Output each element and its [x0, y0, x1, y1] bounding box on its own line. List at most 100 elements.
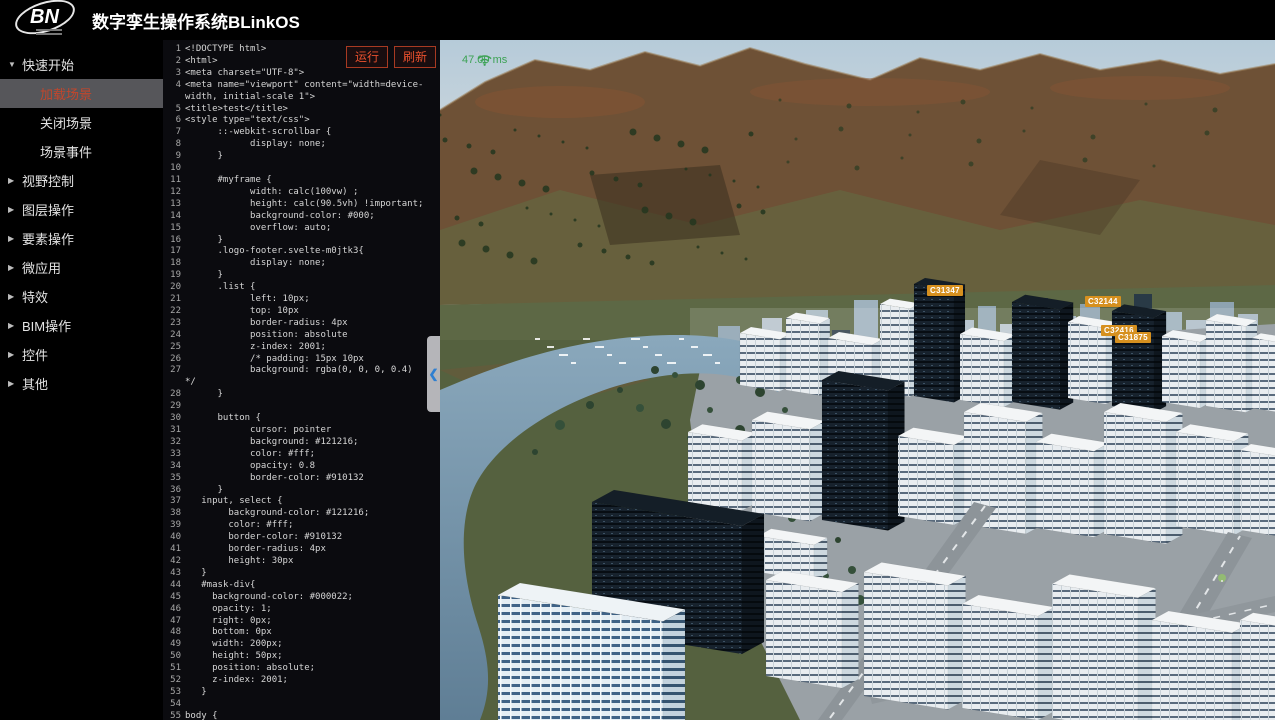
line-number: 40: [163, 532, 185, 544]
line-number: 2: [163, 56, 185, 68]
line-number: 16: [163, 235, 185, 247]
code-line: 15 overflow: auto;: [163, 223, 431, 235]
code-line: 32 background: #121216;: [163, 437, 431, 449]
code-text: background-color: #000022;: [185, 592, 427, 604]
code-line: 48 bottom: 0px: [163, 627, 431, 639]
line-number: 36: [163, 485, 185, 497]
code-line: 50 height: 50px;: [163, 651, 431, 663]
code-line: 10: [163, 163, 431, 175]
code-line: 21 left: 10px;: [163, 294, 431, 306]
code-line: 7 ::-webkit-scrollbar {: [163, 127, 431, 139]
code-text: button {: [185, 413, 427, 425]
chevron-right-icon: ▶: [8, 379, 22, 388]
code-line: 53 }: [163, 687, 431, 699]
building-label[interactable]: C31347: [927, 285, 963, 296]
code-line: 54: [163, 699, 431, 711]
sidebar-subitem[interactable]: 加载场景: [0, 79, 163, 108]
logo-subtext: [36, 29, 62, 37]
code-editor-panel: 运行 刷新 1<!DOCTYPE html>2<html>3<meta char…: [163, 40, 440, 720]
line-number: 5: [163, 104, 185, 116]
code-text: border-radius: 4px: [185, 318, 427, 330]
code-text: background: #121216;: [185, 437, 427, 449]
building-label[interactable]: C32144: [1085, 296, 1121, 307]
sidebar-subitem-label: 关闭场景: [40, 113, 92, 132]
code-text: width: calc(100vw) ;: [185, 187, 427, 199]
refresh-button[interactable]: 刷新: [394, 46, 436, 68]
line-number: 35: [163, 473, 185, 485]
sidebar-menu: ▼快速开始加载场景关闭场景场景事件▶视野控制▶图层操作▶要素操作▶微应用▶特效▶…: [0, 40, 163, 720]
code-line: 38 background-color: #121216;: [163, 508, 431, 520]
sidebar-item[interactable]: ▶BIM操作: [0, 311, 163, 340]
sidebar-subitem[interactable]: 场景事件: [0, 137, 163, 166]
code-line: 55body {: [163, 711, 431, 720]
line-number: 22: [163, 306, 185, 318]
line-number: 15: [163, 223, 185, 235]
sidebar-item[interactable]: ▶要素操作: [0, 224, 163, 253]
line-number: 29: [163, 401, 185, 413]
code-text: }: [185, 151, 427, 163]
code-text: .logo-footer.svelte-m0jtk3{: [185, 246, 427, 258]
code-text: right: 0px;: [185, 616, 427, 628]
run-button[interactable]: 运行: [346, 46, 388, 68]
sidebar-item[interactable]: ▶其他: [0, 369, 163, 398]
sidebar-item[interactable]: ▶图层操作: [0, 195, 163, 224]
code-line: 23 border-radius: 4px: [163, 318, 431, 330]
sidebar-item[interactable]: ▶控件: [0, 340, 163, 369]
sidebar-item[interactable]: ▶视野控制: [0, 166, 163, 195]
code-line: 37 input, select {: [163, 496, 431, 508]
line-number: 3: [163, 68, 185, 80]
code-text: z-index: 2001;: [185, 342, 427, 354]
code-text: body {: [185, 711, 427, 720]
sidebar-item[interactable]: ▶微应用: [0, 253, 163, 282]
chevron-left-icon: ❮: [428, 367, 438, 381]
chevron-right-icon: ▶: [8, 321, 22, 330]
line-number: 41: [163, 544, 185, 556]
code-editor[interactable]: 1<!DOCTYPE html>2<html>3<meta charset="U…: [163, 44, 431, 720]
line-number: 32: [163, 437, 185, 449]
app-window: BN 数字孪生操作系统BLinkOS ▼快速开始加载场景关闭场景场景事件▶视野控…: [0, 0, 1275, 720]
panel-collapse-handle[interactable]: ❮: [427, 336, 440, 412]
line-number: 42: [163, 556, 185, 568]
3d-viewport[interactable]: 47.00 ms C31347C32144C32416C31875: [440, 40, 1275, 720]
code-text: <style type="text/css">: [185, 115, 427, 127]
building-label[interactable]: C31875: [1115, 332, 1151, 343]
sidebar-item[interactable]: ▶特效: [0, 282, 163, 311]
line-number: 28: [163, 389, 185, 401]
code-line: 24 position: absolute: [163, 330, 431, 342]
code-line: 14 background-color: #000;: [163, 211, 431, 223]
line-number: 23: [163, 318, 185, 330]
code-text: opacity: 1;: [185, 604, 427, 616]
code-line: 33 color: #fff;: [163, 449, 431, 461]
code-line: 31 cursor: pointer: [163, 425, 431, 437]
sidebar-item-label: 控件: [22, 345, 48, 364]
code-text: top: 10px: [185, 306, 427, 318]
code-line: 18 display: none;: [163, 258, 431, 270]
code-line: 19 }: [163, 270, 431, 282]
code-text: .list {: [185, 282, 427, 294]
code-text: }: [185, 389, 427, 401]
code-line: 16 }: [163, 235, 431, 247]
line-number: 38: [163, 508, 185, 520]
line-number: 46: [163, 604, 185, 616]
code-line: 47 right: 0px;: [163, 616, 431, 628]
sidebar-item-label: BIM操作: [22, 316, 71, 335]
code-text: background-color: #000;: [185, 211, 427, 223]
code-text: color: #fff;: [185, 520, 427, 532]
sidebar-item-label: 特效: [22, 287, 48, 306]
line-number: 18: [163, 258, 185, 270]
sidebar-subitem-label: 加载场景: [40, 84, 92, 103]
sidebar-item-label: 其他: [22, 374, 48, 393]
code-text: position: absolute;: [185, 663, 427, 675]
sidebar-subitem[interactable]: 关闭场景: [0, 108, 163, 137]
chevron-down-icon: ▼: [8, 60, 22, 69]
line-number: 14: [163, 211, 185, 223]
code-text: color: #fff;: [185, 449, 427, 461]
line-number: 37: [163, 496, 185, 508]
line-number: 33: [163, 449, 185, 461]
code-text: display: none;: [185, 258, 427, 270]
code-text: left: 10px;: [185, 294, 427, 306]
line-number: 44: [163, 580, 185, 592]
sidebar-item[interactable]: ▼快速开始: [0, 50, 163, 79]
line-number: 12: [163, 187, 185, 199]
code-line: 35 border-color: #910132: [163, 473, 431, 485]
